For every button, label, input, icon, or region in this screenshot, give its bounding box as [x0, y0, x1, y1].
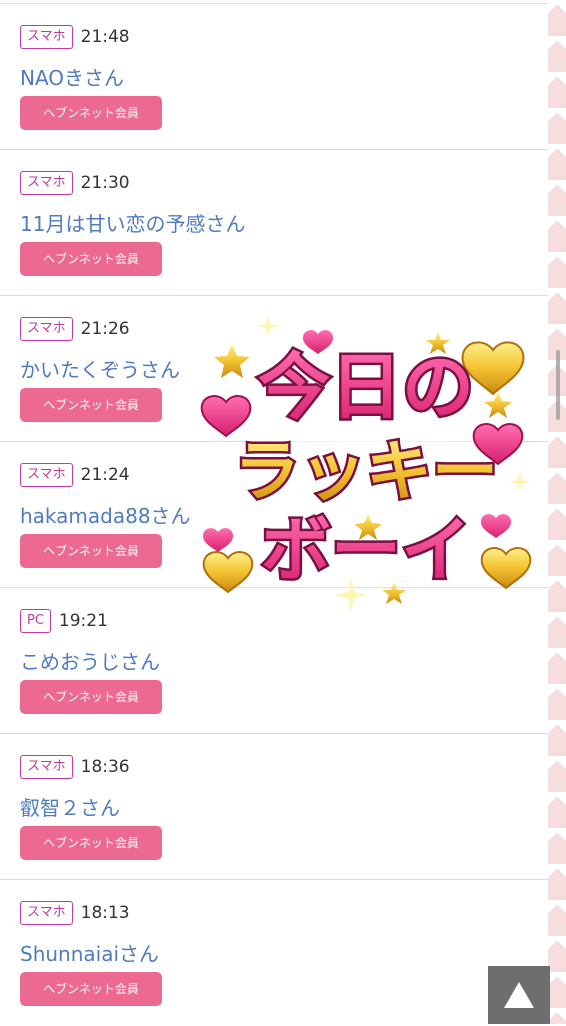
device-badge: スマホ — [20, 755, 73, 779]
heart-icon — [202, 528, 234, 552]
member-badge-button[interactable]: ヘブンネット会員 — [20, 534, 162, 568]
member-badge-button[interactable]: ヘブンネット会員 — [20, 242, 162, 276]
sticker-line-1: 今日の — [258, 345, 474, 429]
decorative-side-strip — [548, 0, 566, 1024]
visitor-name-link[interactable]: かいたくぞうさん — [20, 354, 180, 383]
heart-icon — [480, 547, 532, 590]
visit-time: 21:26 — [80, 319, 130, 339]
device-badge: スマホ — [20, 171, 73, 195]
list-item: スマホ 21:30 11月は甘い恋の予感さん ヘブンネット会員 — [0, 150, 548, 296]
visit-time: 21:30 — [80, 173, 130, 193]
triangle-up-icon — [504, 982, 534, 1008]
heart-icon — [202, 551, 254, 594]
visit-time: 18:13 — [80, 903, 130, 923]
lucky-boy-sticker: 今日の ラッキー ボーイ — [200, 315, 532, 612]
visit-time: 19:21 — [58, 611, 108, 631]
scrollbar-thumb[interactable] — [556, 350, 560, 420]
sticker-line-3: ボーイ — [261, 509, 471, 591]
device-badge: PC — [20, 609, 51, 633]
sparkle-icon — [257, 315, 279, 337]
visit-time: 21:48 — [80, 27, 130, 47]
entry-meta: スマホ 21:24 — [20, 462, 130, 488]
visitor-name-link[interactable]: 11月は甘い恋の予感さん — [20, 208, 245, 237]
visitor-name-link[interactable]: hakamada88さん — [20, 500, 191, 529]
device-badge: スマホ — [20, 463, 73, 487]
member-badge-button[interactable]: ヘブンネット会員 — [20, 826, 162, 860]
visitor-name-link[interactable]: こめおうじさん — [20, 646, 160, 675]
member-badge-button[interactable]: ヘブンネット会員 — [20, 96, 162, 130]
scroll-to-top-button[interactable] — [488, 966, 550, 1024]
visit-time: 21:24 — [80, 465, 130, 485]
entry-meta: スマホ 18:13 — [20, 900, 130, 926]
star-icon — [214, 344, 250, 378]
list-item: スマホ 18:13 Shunnaiaiさん ヘブンネット会員 — [0, 880, 548, 1026]
member-badge-button[interactable]: ヘブンネット会員 — [20, 388, 162, 422]
entry-meta: PC 19:21 — [20, 608, 108, 634]
entry-meta: スマホ 21:48 — [20, 24, 130, 50]
visitor-name-link[interactable]: 叡智２さん — [20, 792, 120, 821]
device-badge: スマホ — [20, 25, 73, 49]
list-item: スマホ 18:36 叡智２さん ヘブンネット会員 — [0, 734, 548, 880]
member-badge-button[interactable]: ヘブンネット会員 — [20, 680, 162, 714]
entry-meta: スマホ 21:26 — [20, 316, 130, 342]
entry-meta: スマホ 18:36 — [20, 754, 130, 780]
list-item: スマホ 21:48 NAOきさん ヘブンネット会員 — [0, 4, 548, 150]
member-badge-button[interactable]: ヘブンネット会員 — [20, 972, 162, 1006]
visit-time: 18:36 — [80, 757, 130, 777]
visitor-name-link[interactable]: Shunnaiaiさん — [20, 938, 159, 967]
device-badge: スマホ — [20, 317, 73, 341]
entry-meta: スマホ 21:30 — [20, 170, 130, 196]
visitor-name-link[interactable]: NAOきさん — [20, 62, 124, 91]
device-badge: スマホ — [20, 901, 73, 925]
sticker-line-2: ラッキー — [234, 433, 498, 510]
